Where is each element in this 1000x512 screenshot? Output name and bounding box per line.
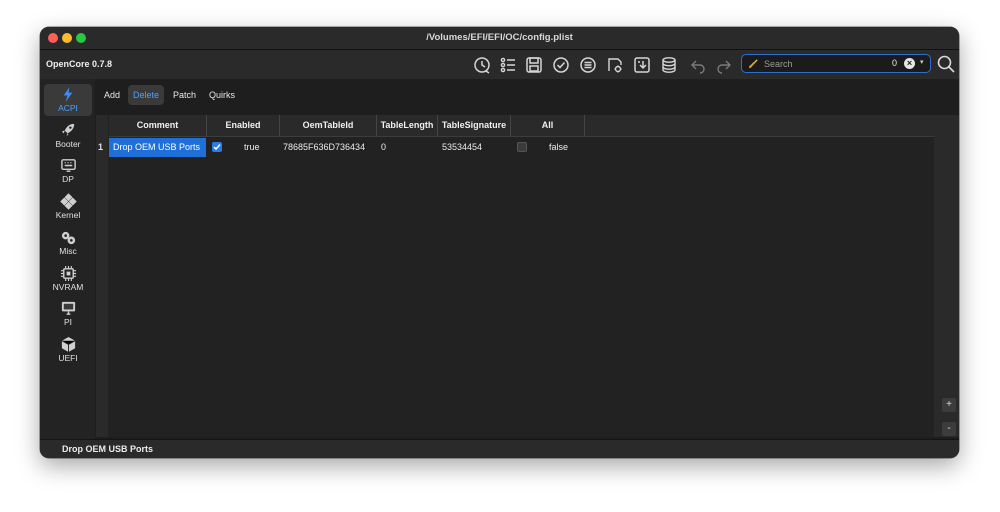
clear-search-icon[interactable]: × [904,58,915,69]
sidebar-item-booter[interactable]: Booter [44,120,92,152]
table-cell-tablelength[interactable]: 0 [381,138,386,157]
minimize-window-button[interactable] [62,33,72,43]
clock-icon[interactable] [472,55,492,75]
sidebar-item-kernel[interactable]: Kernel [44,191,92,223]
table-cell-all[interactable]: false [549,138,568,157]
sidebar-item-pi[interactable]: PI [44,298,92,330]
column-header-all[interactable]: All [511,115,585,136]
app-name: OpenCore 0.7.8 [46,59,113,69]
keyboard-icon [60,159,76,172]
puzzle-icon [59,193,77,210]
search-placeholder: Search [764,58,793,69]
table-cell-enabled[interactable]: true [244,138,260,157]
sidebar-item-label: ACPI [58,103,78,113]
redo-icon[interactable] [714,55,734,75]
sidebar-item-label: NVRAM [52,282,84,292]
tab-quirks[interactable]: Quirks [204,85,240,105]
column-header-enabled[interactable]: Enabled [207,115,280,136]
sidebar-item-label: UEFI [58,353,78,363]
undo-icon[interactable] [688,55,708,75]
search-field[interactable]: Search 0 × ▾ [741,54,931,73]
row-header-gutter [96,115,108,437]
sidebar-item-uefi[interactable]: UEFI [44,334,92,366]
app-window: /Volumes/EFI/EFI/OC/config.plist OpenCor… [40,27,959,458]
table-header: Comment Enabled OemTableId TableLength T… [109,115,934,137]
checkmark-icon [213,144,221,151]
right-panel [934,115,959,437]
table-cell-tablesignature[interactable]: 53534454 [442,138,482,157]
search-match-count: 0 [892,58,898,68]
list-icon[interactable] [498,55,518,75]
sidebar-item-label: DP [62,174,74,184]
column-header-comment[interactable]: Comment [109,115,207,136]
chip-icon [60,265,76,282]
column-header-oemtableid[interactable]: OemTableId [280,115,377,136]
maximize-window-button[interactable] [76,33,86,43]
list-circle-icon[interactable] [578,55,598,75]
table-cell-comment[interactable]: Drop OEM USB Ports [109,138,206,157]
broom-icon[interactable] [748,58,759,69]
database-icon[interactable] [659,55,679,75]
chevron-down-icon[interactable]: ▾ [920,58,924,66]
monitor-icon [61,301,75,315]
window-title: /Volumes/EFI/EFI/OC/config.plist [426,32,573,43]
save-icon[interactable] [524,55,544,75]
sidebar-item-dp[interactable]: DP [44,155,92,187]
rocket-icon [61,123,74,137]
sidebar-item-label: Misc [59,246,77,256]
remove-row-button[interactable]: - [942,422,956,436]
tab-add[interactable]: Add [99,85,125,105]
sidebar-item-acpi[interactable]: ACPI [44,84,92,116]
column-header-tablesignature[interactable]: TableSignature [438,115,511,136]
close-window-button[interactable] [48,33,58,43]
table-cell-oemtableid[interactable]: 78685F636D736434 [283,138,365,157]
lightning-icon [63,86,72,103]
import-icon[interactable] [632,55,652,75]
search-icon[interactable] [936,54,956,74]
sidebar-item-label: Kernel [55,210,81,220]
tab-patch[interactable]: Patch [168,85,201,105]
row-number[interactable]: 1 [98,138,103,157]
sidebar-item-nvram[interactable]: NVRAM [44,263,92,295]
cube-icon [61,336,75,353]
gears-icon [61,231,75,245]
delete-table: Comment Enabled OemTableId TableLength T… [96,115,934,437]
add-row-button[interactable]: + [942,398,956,412]
check-circle-icon[interactable] [551,55,571,75]
status-bar: Drop OEM USB Ports [40,439,959,458]
all-checkbox[interactable] [517,142,527,152]
tab-delete[interactable]: Delete [128,85,165,105]
column-header-tablelength[interactable]: TableLength [377,115,438,136]
title-bar[interactable]: /Volumes/EFI/EFI/OC/config.plist [40,27,959,50]
enabled-checkbox[interactable] [212,142,222,152]
status-text: Drop OEM USB Ports [62,444,154,454]
sidebar: ACPI Booter DP Kernel Misc NVRAM PI UEFI [40,79,95,439]
sidebar-item-misc[interactable]: Misc [44,227,92,259]
gear-page-icon[interactable] [605,55,625,75]
sidebar-item-label: PI [63,317,73,327]
sidebar-item-label: Booter [55,139,81,149]
